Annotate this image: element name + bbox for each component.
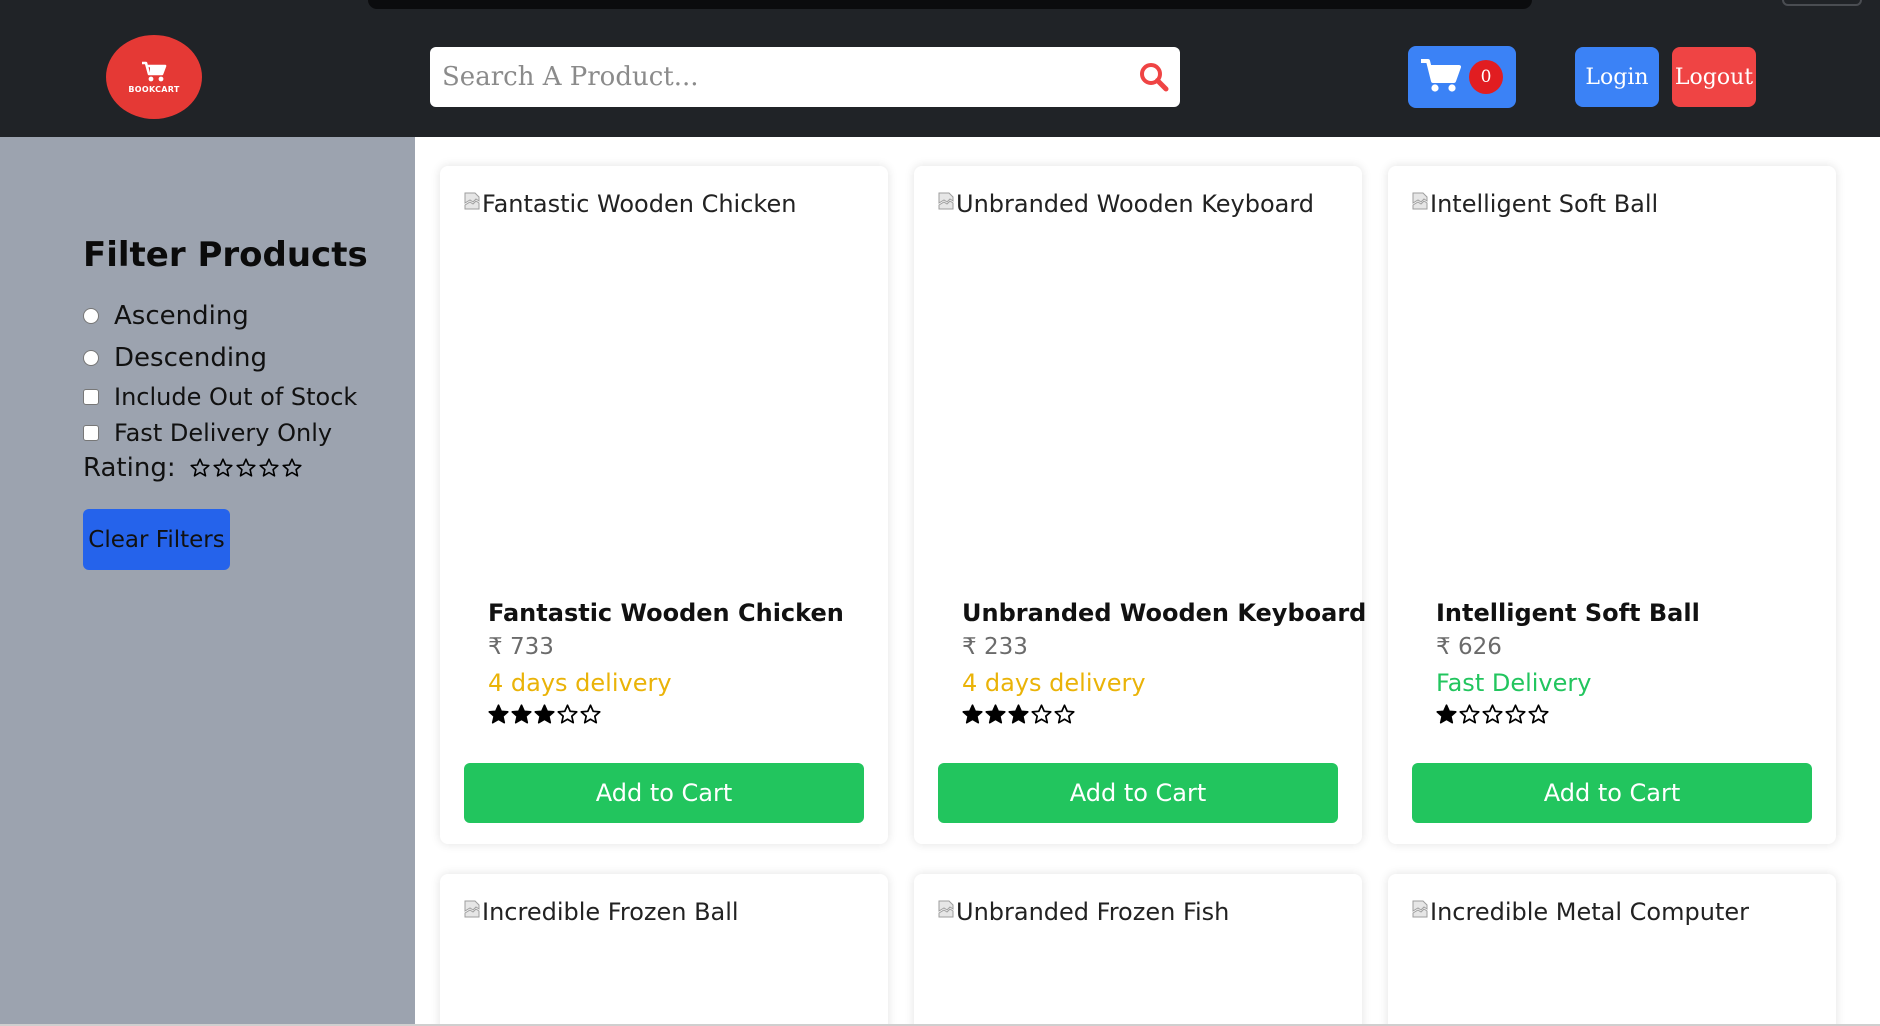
- star-filled-icon: [534, 704, 555, 724]
- star-filled-icon: [488, 704, 509, 724]
- rating-filter: Rating:: [83, 453, 302, 483]
- logo-text: BOOKCART: [128, 84, 180, 94]
- product-image-alt: Unbranded Frozen Fish: [956, 898, 1230, 926]
- product-image-alt: Incredible Metal Computer: [1430, 898, 1749, 926]
- logout-button[interactable]: Logout: [1672, 47, 1756, 107]
- product-card: Incredible Frozen Ball: [440, 874, 888, 1026]
- add-to-cart-button[interactable]: Add to Cart: [1412, 763, 1812, 823]
- sort-ascending-radio[interactable]: [83, 308, 99, 324]
- include-out-of-stock-checkbox[interactable]: [83, 389, 99, 405]
- include-out-of-stock-label: Include Out of Stock: [114, 383, 358, 411]
- product-price: ₹ 233: [962, 634, 1028, 660]
- window-top-strip: [368, 0, 1532, 9]
- rating-stars: [189, 458, 302, 478]
- sort-descending-radio[interactable]: [83, 350, 99, 366]
- rating-filter-star-icon[interactable]: [258, 458, 279, 478]
- rating-label: Rating:: [83, 453, 176, 483]
- broken-image-icon: [938, 192, 954, 210]
- fast-delivery-only-checkbox[interactable]: [83, 425, 99, 441]
- cart-button[interactable]: 0: [1408, 46, 1516, 108]
- star-outline-icon: [1054, 704, 1075, 724]
- rating-filter-star-icon[interactable]: [212, 458, 233, 478]
- add-to-cart-button[interactable]: Add to Cart: [464, 763, 864, 823]
- search-input[interactable]: [430, 47, 1120, 107]
- star-filled-icon: [511, 704, 532, 724]
- logo-cart-icon: [142, 61, 167, 81]
- filter-sidebar: Filter Products Ascending Descending Inc…: [0, 137, 415, 1026]
- product-title: Fantastic Wooden Chicken: [488, 599, 844, 627]
- product-delivery: 4 days delivery: [962, 669, 1146, 697]
- star-outline-icon: [1528, 704, 1549, 724]
- star-outline-icon: [1482, 704, 1503, 724]
- include-out-of-stock-option[interactable]: Include Out of Stock: [83, 383, 357, 411]
- star-outline-icon: [580, 704, 601, 724]
- window-top-control: [1782, 0, 1862, 6]
- star-filled-icon: [1436, 704, 1457, 724]
- product-rating: [1436, 704, 1549, 725]
- star-outline-icon: [1505, 704, 1526, 724]
- fast-delivery-only-option[interactable]: Fast Delivery Only: [83, 419, 332, 447]
- product-image: Intelligent Soft Ball: [1412, 190, 1658, 218]
- product-delivery: 4 days delivery: [488, 669, 672, 697]
- cart-icon: [1421, 59, 1461, 92]
- product-rating: [962, 704, 1075, 725]
- star-outline-icon: [557, 704, 578, 724]
- sort-descending-label: Descending: [114, 343, 268, 373]
- top-navbar: BOOKCART 0 Login Logout: [0, 0, 1880, 137]
- product-card: Unbranded Frozen Fish: [914, 874, 1362, 1026]
- star-outline-icon: [1459, 704, 1480, 724]
- sort-ascending-label: Ascending: [114, 301, 249, 331]
- search-icon[interactable]: [1138, 61, 1170, 93]
- broken-image-icon: [1412, 192, 1428, 210]
- product-title: Intelligent Soft Ball: [1436, 599, 1700, 627]
- product-image: Fantastic Wooden Chicken: [464, 190, 796, 218]
- product-card: Incredible Metal Computer: [1388, 874, 1836, 1026]
- add-to-cart-button[interactable]: Add to Cart: [938, 763, 1338, 823]
- cart-count-badge: 0: [1469, 60, 1503, 94]
- product-title: Unbranded Wooden Keyboard: [962, 599, 1367, 627]
- broken-image-icon: [938, 900, 954, 918]
- login-button[interactable]: Login: [1575, 47, 1659, 107]
- product-image-alt: Fantastic Wooden Chicken: [482, 190, 797, 218]
- product-image: Unbranded Wooden Keyboard: [938, 190, 1314, 218]
- star-outline-icon: [1031, 704, 1052, 724]
- star-filled-icon: [985, 704, 1006, 724]
- product-image: Incredible Frozen Ball: [464, 898, 739, 926]
- product-card: Fantastic Wooden Chicken Fantastic Woode…: [440, 166, 888, 844]
- filter-title: Filter Products: [83, 235, 368, 275]
- sort-ascending-option[interactable]: Ascending: [83, 301, 249, 331]
- product-image: Incredible Metal Computer: [1412, 898, 1749, 926]
- star-filled-icon: [1008, 704, 1029, 724]
- product-card: Intelligent Soft Ball Intelligent Soft B…: [1388, 166, 1836, 844]
- broken-image-icon: [464, 192, 480, 210]
- star-filled-icon: [962, 704, 983, 724]
- rating-filter-star-icon[interactable]: [189, 458, 210, 478]
- product-image-alt: Intelligent Soft Ball: [1430, 190, 1659, 218]
- product-rating: [488, 704, 601, 725]
- clear-filters-button[interactable]: Clear Filters: [83, 509, 230, 570]
- brand-logo[interactable]: BOOKCART: [106, 35, 202, 119]
- sort-descending-option[interactable]: Descending: [83, 343, 267, 373]
- product-delivery: Fast Delivery: [1436, 669, 1592, 697]
- product-price: ₹ 626: [1436, 634, 1502, 660]
- product-image: Unbranded Frozen Fish: [938, 898, 1229, 926]
- product-image-alt: Unbranded Wooden Keyboard: [956, 190, 1315, 218]
- product-image-alt: Incredible Frozen Ball: [482, 898, 739, 926]
- broken-image-icon: [1412, 900, 1428, 918]
- rating-filter-star-icon[interactable]: [281, 458, 302, 478]
- product-card: Unbranded Wooden Keyboard Unbranded Wood…: [914, 166, 1366, 844]
- search-bar: [430, 47, 1180, 107]
- broken-image-icon: [464, 900, 480, 918]
- fast-delivery-only-label: Fast Delivery Only: [114, 419, 333, 447]
- rating-filter-star-icon[interactable]: [235, 458, 256, 478]
- product-price: ₹ 733: [488, 634, 554, 660]
